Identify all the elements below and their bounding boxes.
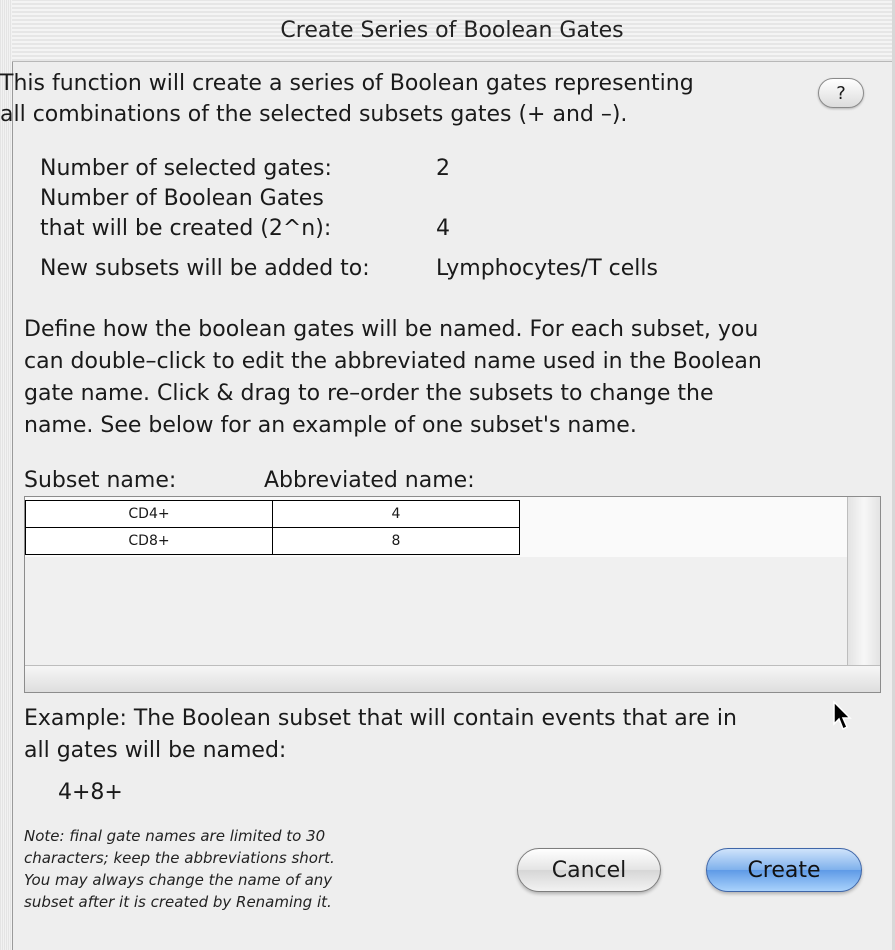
note-line-3: You may always change the name of any: [24, 871, 333, 889]
define-line-4: name. See below for an example of one su…: [24, 413, 637, 438]
table-row[interactable]: CD8+ 8: [25, 527, 520, 555]
intro-line-1: This function will create a series of Bo…: [0, 71, 694, 96]
dialog-title: Create Series of Boolean Gates: [280, 18, 624, 43]
cancel-button-label: Cancel: [551, 857, 627, 883]
added-to-value: Lymphocytes/T cells: [436, 256, 658, 281]
define-line-2: can double–click to edit the abbreviated…: [24, 349, 762, 374]
subset-table[interactable]: CD4+ 4 CD8+ 8: [24, 496, 881, 693]
subset-name-cell[interactable]: CD4+: [25, 500, 273, 528]
abbrev-name-cell[interactable]: 4: [272, 500, 520, 528]
selected-gates-label: Number of selected gates:: [40, 156, 332, 181]
cancel-button[interactable]: Cancel: [517, 848, 661, 892]
help-button[interactable]: ?: [818, 78, 864, 108]
window-left-edge: [0, 0, 13, 950]
example-value: 4+8+: [58, 780, 123, 805]
note-line-1: Note: final gate names are limited to 30: [24, 827, 326, 845]
column-header-abbrev: Abbreviated name:: [264, 468, 475, 493]
create-button[interactable]: Create: [706, 848, 862, 892]
horizontal-scrollbar[interactable]: [25, 665, 880, 692]
vertical-scrollbar[interactable]: [847, 497, 880, 667]
create-button-label: Create: [747, 857, 821, 883]
selected-gates-value: 2: [436, 156, 450, 181]
define-line-1: Define how the boolean gates will be nam…: [24, 317, 759, 342]
abbrev-name-cell[interactable]: 8: [272, 527, 520, 555]
boolean-gates-value: 4: [436, 216, 450, 241]
define-line-3: gate name. Click & drag to re–order the …: [24, 381, 714, 406]
boolean-gates-label-2: that will be created (2^n):: [40, 216, 332, 241]
dialog-titlebar: Create Series of Boolean Gates: [12, 0, 892, 62]
added-to-label: New subsets will be added to:: [40, 256, 370, 281]
help-icon: ?: [836, 82, 846, 104]
note-line-2: characters; keep the abbreviations short…: [24, 849, 335, 867]
boolean-gates-label-1: Number of Boolean Gates: [40, 186, 324, 211]
column-header-subset: Subset name:: [24, 468, 177, 493]
mouse-cursor-icon: [833, 700, 852, 731]
example-line-2: all gates will be named:: [24, 738, 287, 763]
note-text: Note: final gate names are limited to 30…: [24, 825, 335, 913]
intro-line-2: all combinations of the selected subsets…: [0, 102, 628, 127]
note-line-4: subset after it is created by Renaming i…: [24, 893, 332, 911]
table-row[interactable]: CD4+ 4: [25, 500, 520, 528]
subset-name-cell[interactable]: CD8+: [25, 527, 273, 555]
example-line-1: Example: The Boolean subset that will co…: [24, 706, 737, 731]
